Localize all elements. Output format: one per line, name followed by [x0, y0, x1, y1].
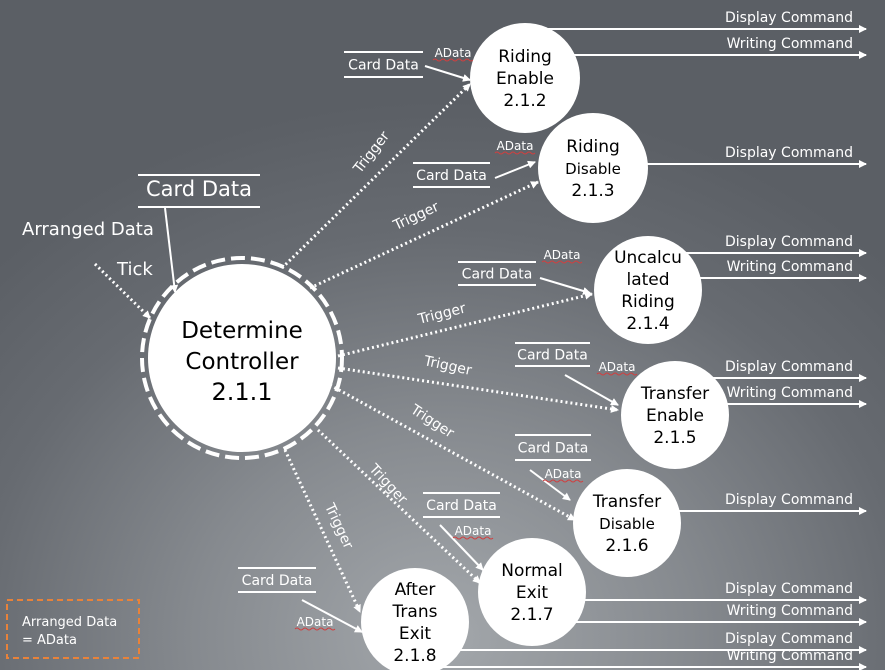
- process-label-line: 2.1.5: [653, 428, 696, 448]
- output-label-writing-command: Writing Command: [727, 648, 853, 664]
- trigger-label: Trigger: [350, 128, 393, 177]
- process-label-line: 2.1.8: [393, 646, 436, 666]
- output-label-display-command: Display Command: [725, 10, 853, 26]
- data-store-card-data: Card Data: [416, 168, 487, 184]
- process-label-line: Enable: [496, 69, 554, 89]
- process-label-line: Riding: [566, 137, 620, 157]
- process-label-line: 2.1.6: [605, 536, 648, 556]
- trigger-label: Trigger: [321, 500, 356, 552]
- main-process-label-line: Determine: [181, 318, 303, 344]
- main-process-label-line: 2.1.1: [211, 378, 272, 406]
- adata-label: AData: [497, 139, 534, 153]
- output-label-writing-command: Writing Command: [727, 385, 853, 401]
- trigger-label: Trigger: [365, 460, 410, 507]
- diagram-canvas: Card Data Arranged Data Tick Determine Contr…: [0, 0, 885, 670]
- main-process-label-line: Controller: [185, 349, 299, 375]
- data-flow-diagram: Card Data Arranged Data Tick Determine Contr…: [6, 10, 867, 670]
- data-store-card-data: Card Data: [462, 267, 533, 283]
- adata-label: AData: [297, 615, 334, 629]
- process-label-line: Exit: [516, 583, 549, 603]
- process-label-line: Normal: [501, 561, 563, 581]
- process-label-line: 2.1.4: [626, 314, 669, 334]
- process-label-line: Trans: [392, 602, 438, 622]
- arranged-data-label: Arranged Data: [22, 219, 154, 240]
- data-store-card-data: Card Data: [426, 498, 497, 514]
- trigger-label: Trigger: [390, 199, 442, 234]
- adata-flow: [564, 374, 619, 406]
- output-label-display-command: Display Command: [725, 492, 853, 508]
- process-label-line: 2.1.3: [571, 181, 614, 201]
- process-label-line: Riding: [498, 47, 552, 67]
- output-label-writing-command: Writing Command: [727, 603, 853, 619]
- adata-flow: [494, 160, 536, 179]
- process-label-line: Disable: [599, 515, 655, 533]
- process-label-line: Enable: [646, 406, 704, 426]
- process-label-line: Riding: [621, 292, 675, 312]
- tick-label: Tick: [116, 259, 153, 280]
- process-label-line: Transfer: [592, 492, 661, 512]
- process-label-line: Transfer: [640, 384, 709, 404]
- process-label-line: After: [395, 580, 436, 600]
- adata-label: AData: [545, 467, 582, 481]
- legend-line-2: = AData: [22, 633, 77, 648]
- process-label-line: Exit: [399, 624, 432, 644]
- adata-label: AData: [599, 360, 636, 374]
- output-label-writing-command: Writing Command: [727, 259, 853, 275]
- card-data-flow: [164, 207, 179, 293]
- data-store-card-data: Card Data: [518, 441, 589, 457]
- process-label-line: 2.1.2: [503, 91, 546, 111]
- process-label-line: 2.1.7: [510, 605, 553, 625]
- adata-label: AData: [544, 248, 581, 262]
- process-label-line: Uncalcu: [614, 248, 682, 268]
- process-label-line: lated: [626, 270, 669, 290]
- output-label-display-command: Display Command: [725, 359, 853, 375]
- data-store-card-data: Card Data: [348, 58, 419, 74]
- legend-line-1: Arranged Data: [22, 615, 117, 630]
- adata-flow: [539, 277, 591, 295]
- output-label-writing-command: Writing Command: [727, 36, 853, 52]
- adata-flow: [424, 65, 471, 82]
- data-store-card-data: Card Data: [517, 348, 588, 364]
- process-label-line: Disable: [565, 160, 621, 178]
- output-label-display-command: Display Command: [725, 581, 853, 597]
- output-label-display-command: Display Command: [725, 631, 853, 647]
- adata-label: AData: [455, 524, 492, 538]
- trigger-label: Trigger: [422, 353, 474, 379]
- trigger-label: Trigger: [416, 300, 468, 328]
- data-store-card-data: Card Data: [242, 573, 313, 589]
- trigger-label: Trigger: [407, 401, 457, 441]
- output-label-display-command: Display Command: [725, 234, 853, 250]
- output-label-display-command: Display Command: [725, 145, 853, 161]
- trigger-flow: [337, 366, 619, 413]
- adata-label: AData: [435, 46, 472, 60]
- data-store-card-data: Card Data: [146, 177, 252, 201]
